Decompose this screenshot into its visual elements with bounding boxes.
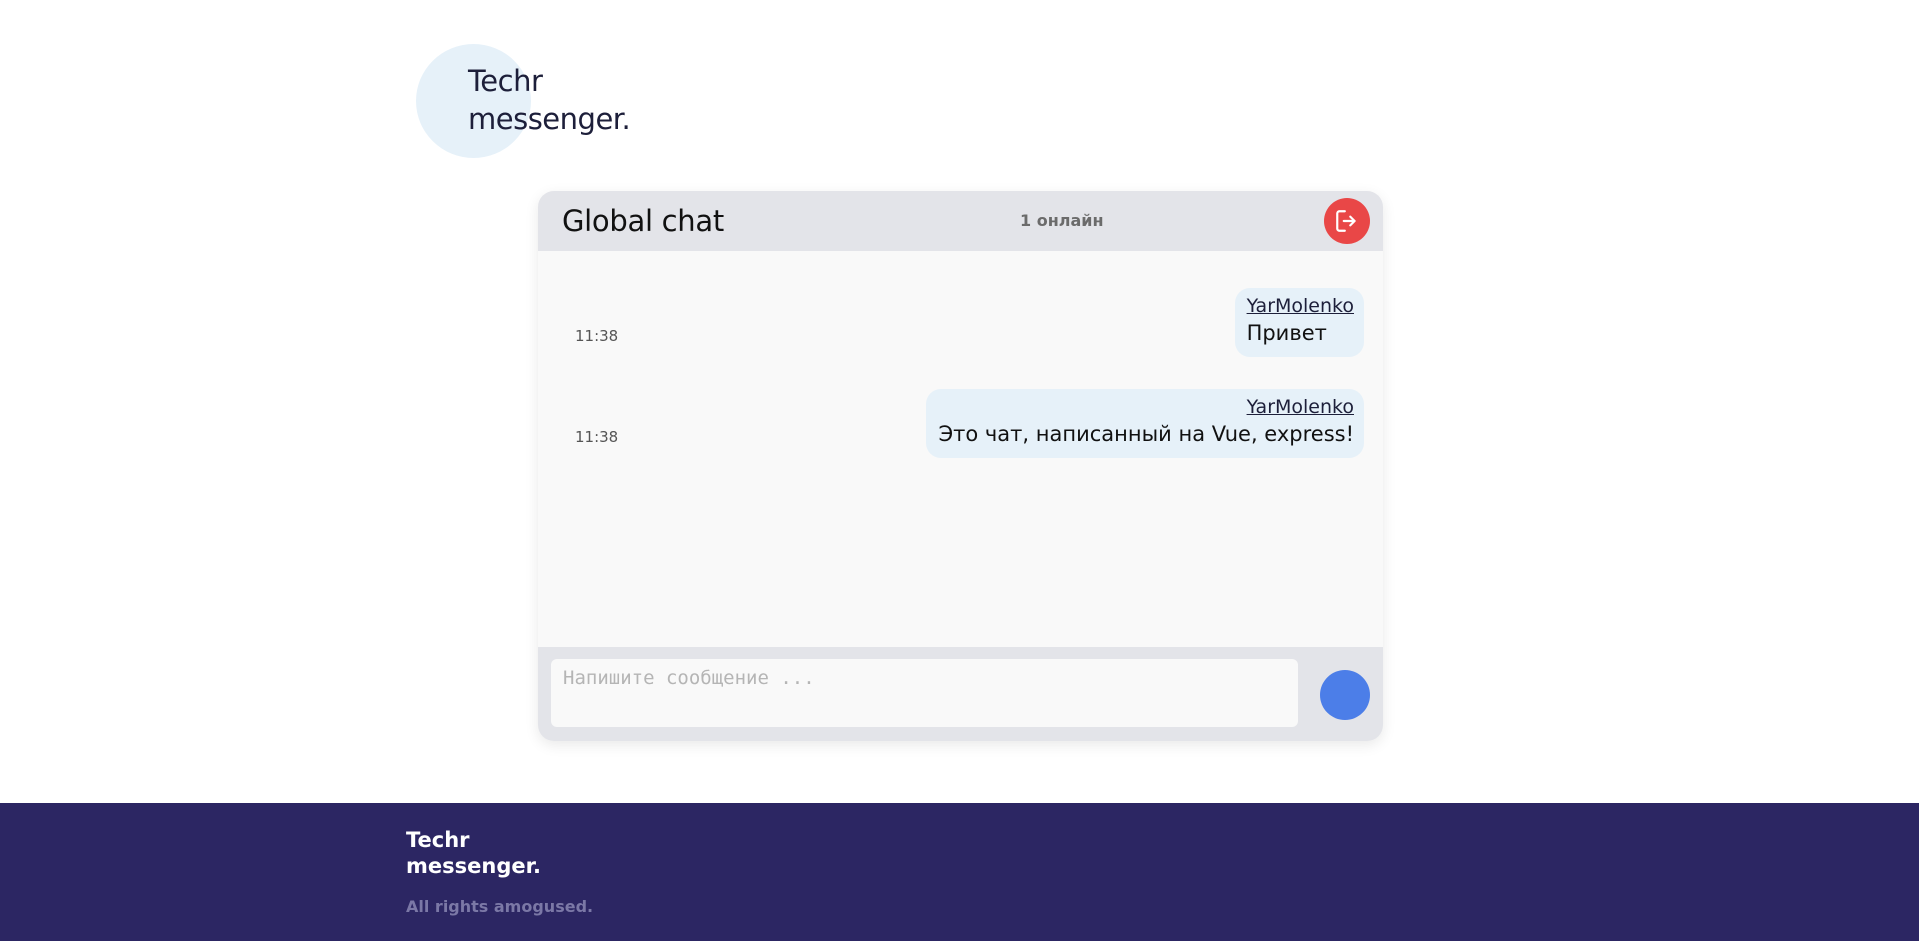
message-text: Это чат, написанный на Vue, express! <box>938 422 1354 446</box>
send-button[interactable] <box>1320 670 1370 720</box>
page: Techr messenger. Global chat 1 онлайн 11… <box>0 0 1919 941</box>
footer-copyright: All rights amogused. <box>406 897 594 916</box>
message-author-link[interactable]: YarMolenko <box>1247 294 1354 318</box>
chat-window: Global chat 1 онлайн 11:38 YarMolenko Пр… <box>538 191 1383 741</box>
message-text: Привет <box>1246 321 1327 345</box>
footer-logo-line-1: Techr <box>406 828 470 852</box>
message-bubble: YarMolenko Это чат, написанный на Vue, e… <box>926 389 1364 458</box>
message-list[interactable]: 11:38 YarMolenko Привет 11:38 YarMolenko… <box>538 251 1383 647</box>
logout-button[interactable] <box>1324 198 1370 244</box>
footer-logo-line-2: messenger. <box>406 854 541 878</box>
chat-title: Global chat <box>562 204 724 238</box>
chat-header: Global chat 1 онлайн <box>538 191 1383 251</box>
site-footer: Techr messenger. All rights amogused. <box>0 803 1919 941</box>
header-logo[interactable]: Techr messenger. <box>416 44 696 164</box>
message-time: 11:38 <box>575 428 619 446</box>
logo-text: Techr messenger. <box>468 62 631 138</box>
online-count: 1 онлайн <box>1020 211 1104 230</box>
logout-icon <box>1336 210 1356 232</box>
message-input[interactable] <box>551 659 1298 727</box>
message-author-link[interactable]: YarMolenko <box>938 395 1354 419</box>
footer-logo[interactable]: Techr messenger. <box>406 827 541 879</box>
message-composer <box>538 647 1383 741</box>
logo-line-2: messenger. <box>468 102 631 136</box>
logo-line-1: Techr <box>468 64 543 98</box>
message-item: 11:38 YarMolenko Привет <box>538 288 1383 364</box>
message-time: 11:38 <box>575 327 619 345</box>
message-bubble: YarMolenko Привет <box>1234 288 1364 357</box>
message-item: 11:38 YarMolenko Это чат, написанный на … <box>538 389 1383 465</box>
